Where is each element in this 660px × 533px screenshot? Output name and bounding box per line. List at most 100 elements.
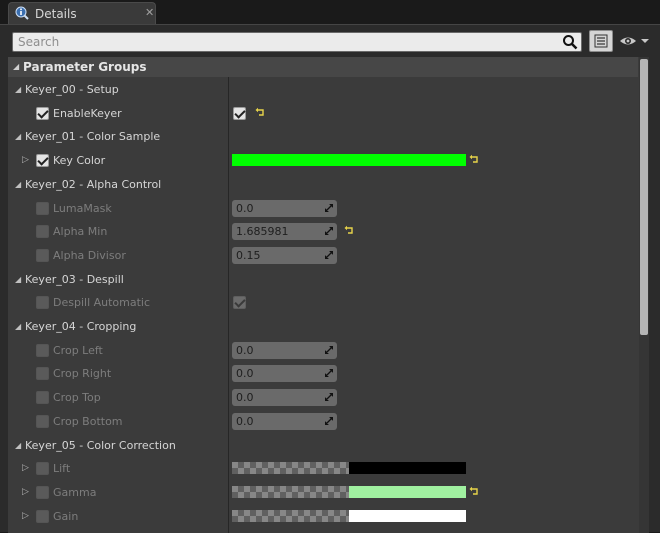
override-checkbox[interactable]: [36, 296, 49, 310]
override-checkbox[interactable]: [36, 201, 49, 215]
expand-arrow-icon[interactable]: ▷: [22, 511, 29, 521]
drag-handle-icon[interactable]: [325, 393, 333, 402]
property-row-gamma: ▷ Gamma: [8, 481, 638, 505]
number-field[interactable]: 1.685981: [232, 223, 337, 241]
property-label: Key Color: [53, 154, 106, 168]
number-value: 0.0: [236, 367, 254, 381]
category-label: Keyer_00 - Setup: [25, 83, 119, 96]
search-input[interactable]: [15, 34, 561, 50]
group-title: Parameter Groups: [23, 60, 147, 74]
property-label: Crop Bottom: [53, 414, 123, 428]
column-splitter[interactable]: [228, 77, 229, 533]
override-checkbox[interactable]: [36, 248, 49, 262]
drag-handle-icon[interactable]: [325, 203, 333, 212]
drag-handle-icon[interactable]: [325, 227, 333, 236]
color-swatch[interactable]: [232, 154, 466, 167]
property-label: Gamma: [53, 485, 97, 499]
tab-bar: Details ✕: [0, 0, 660, 24]
override-checkbox[interactable]: [36, 225, 49, 239]
number-field[interactable]: 0.0: [232, 199, 337, 217]
alpha-checker: [232, 462, 349, 475]
reset-to-default-icon[interactable]: [469, 486, 479, 496]
reset-to-default-icon[interactable]: [255, 107, 265, 117]
reset-to-default-icon[interactable]: [344, 225, 354, 235]
property-row-alpha-divisor: Alpha Divisor 0.15: [8, 244, 638, 268]
number-value: 0.0: [236, 414, 254, 428]
drag-handle-icon[interactable]: [325, 250, 333, 259]
view-options-button[interactable]: [589, 30, 613, 52]
tab-details[interactable]: Details ✕: [8, 2, 156, 24]
color-swatch[interactable]: [349, 485, 466, 498]
number-value: 0.0: [236, 201, 254, 215]
property-row-enablekeyer: EnableKeyer: [8, 102, 638, 126]
override-checkbox[interactable]: [36, 106, 49, 120]
property-label: Crop Right: [53, 367, 112, 381]
color-swatch[interactable]: [349, 509, 466, 522]
search-icon[interactable]: [562, 34, 578, 50]
override-checkbox[interactable]: [36, 343, 49, 357]
expand-arrow-icon[interactable]: ▷: [22, 463, 29, 473]
override-checkbox[interactable]: [36, 462, 49, 476]
list-view-icon: [594, 34, 608, 48]
number-value: 0.15: [236, 248, 261, 262]
number-field[interactable]: 0.0: [232, 412, 337, 430]
property-row-crop-right: Crop Right 0.0: [8, 362, 638, 386]
number-field[interactable]: 0.15: [232, 246, 337, 264]
category-label: Keyer_01 - Color Sample: [25, 130, 161, 144]
override-checkbox[interactable]: [36, 509, 49, 523]
number-value: 0.0: [236, 343, 254, 357]
eye-visibility-icon[interactable]: [619, 33, 651, 49]
expand-arrow-icon[interactable]: ▷: [22, 155, 29, 165]
category-keyer-04-cropping[interactable]: ◢ Keyer_04 - Cropping: [8, 315, 638, 339]
category-keyer-05-color-correction[interactable]: ◢ Keyer_05 - Color Correction: [8, 434, 638, 458]
property-label: Crop Left: [53, 343, 103, 357]
details-panel: ◢ Parameter Groups ◢Keyer_00 - SetupEnab…: [0, 24, 660, 533]
category-label: Keyer_05 - Color Correction: [25, 438, 176, 452]
property-row-crop-bottom: Crop Bottom 0.0: [8, 410, 638, 434]
override-checkbox[interactable]: [36, 414, 49, 428]
alpha-checker: [232, 509, 349, 522]
expand-arrow-icon[interactable]: ▷: [22, 487, 29, 497]
collapse-arrow-icon: ◢: [15, 179, 22, 189]
property-label: EnableKeyer: [53, 106, 122, 120]
parameter-groups-header[interactable]: ◢ Parameter Groups: [8, 57, 638, 77]
override-checkbox[interactable]: [36, 154, 49, 168]
collapse-arrow-icon: ◢: [13, 62, 20, 71]
category-keyer-03-despill[interactable]: ◢ Keyer_03 - Despill: [8, 268, 638, 292]
property-label: LumaMask: [53, 201, 112, 215]
drag-handle-icon[interactable]: [325, 369, 333, 378]
property-label: Alpha Divisor: [53, 248, 126, 262]
category-label: Keyer_02 - Alpha Control: [25, 177, 162, 191]
category-keyer-00-setup[interactable]: ◢ Keyer_00 - Setup: [8, 78, 638, 102]
property-label: Gain: [53, 509, 79, 523]
collapse-arrow-icon: ◢: [15, 322, 22, 331]
category-label: Keyer_04 - Cropping: [25, 320, 137, 333]
override-checkbox[interactable]: [36, 391, 49, 405]
collapse-arrow-icon: ◢: [15, 440, 22, 450]
close-icon[interactable]: ✕: [145, 6, 154, 19]
value-checkbox[interactable]: [233, 296, 246, 310]
property-label: Crop Top: [53, 391, 101, 405]
number-field[interactable]: 0.0: [232, 365, 337, 383]
property-row-despill-automatic: Despill Automatic: [8, 291, 638, 315]
collapse-arrow-icon: ◢: [15, 132, 22, 142]
value-checkbox[interactable]: [233, 106, 246, 120]
property-row-key-color: ▷ Key Color: [8, 149, 638, 173]
category-keyer-02-alpha-control[interactable]: ◢ Keyer_02 - Alpha Control: [8, 173, 638, 197]
category-keyer-01-color-sample[interactable]: ◢ Keyer_01 - Color Sample: [8, 125, 638, 149]
search-box[interactable]: [12, 32, 582, 52]
property-label: Lift: [53, 462, 71, 476]
reset-to-default-icon[interactable]: [469, 154, 479, 164]
override-checkbox[interactable]: [36, 485, 49, 499]
vertical-scrollbar[interactable]: [639, 57, 649, 533]
number-field[interactable]: 0.0: [232, 341, 337, 359]
number-field[interactable]: 0.0: [232, 389, 337, 407]
property-row-lumamask: LumaMask 0.0: [8, 197, 638, 221]
color-swatch[interactable]: [349, 462, 466, 475]
override-checkbox[interactable]: [36, 367, 49, 381]
drag-handle-icon[interactable]: [325, 345, 333, 354]
property-row-crop-top: Crop Top 0.0: [8, 386, 638, 410]
drag-handle-icon[interactable]: [325, 416, 333, 425]
scrollbar-thumb[interactable]: [640, 59, 648, 335]
tab-title: Details: [35, 7, 77, 21]
